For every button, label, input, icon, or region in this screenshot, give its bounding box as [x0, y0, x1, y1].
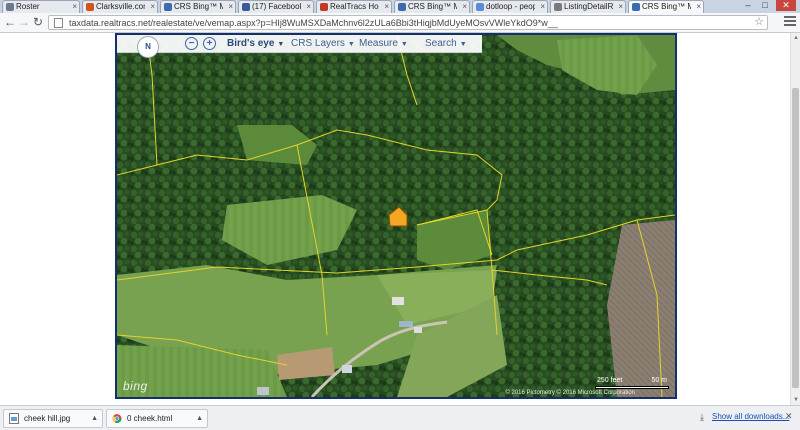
scale-bar-line: [595, 386, 669, 389]
close-window-button[interactable]: ✕: [776, 0, 796, 11]
close-shelf-icon[interactable]: ✕: [785, 411, 793, 422]
page-favicon-icon: [320, 3, 328, 11]
tab-strip: Roster × Clarksville.com Real × CRS Bing…: [0, 0, 800, 13]
crs-layers-label: CRS Layers: [291, 38, 345, 49]
compass-icon[interactable]: N: [137, 36, 159, 58]
scroll-up-icon[interactable]: ▲: [792, 34, 800, 42]
tab-label: Clarksville.com Real: [96, 2, 145, 11]
scroll-thumb[interactable]: [792, 88, 799, 388]
chrome-menu-icon[interactable]: [784, 16, 796, 28]
zoom-out-button[interactable]: −: [185, 37, 198, 50]
compass-label: N: [145, 42, 151, 51]
chevron-up-icon[interactable]: ▲: [196, 410, 203, 427]
tab-close-icon[interactable]: ×: [384, 1, 389, 12]
chevron-down-icon: ▼: [347, 41, 355, 48]
vertical-scrollbar[interactable]: ▲ ▼: [790, 33, 800, 405]
chevron-down-icon: ▼: [459, 41, 467, 48]
zoom-in-button[interactable]: +: [203, 37, 216, 50]
search-label: Search: [425, 38, 457, 49]
chevron-up-icon[interactable]: ▲: [91, 410, 98, 427]
tab-label: CRS Bing™ Maps: [174, 2, 223, 11]
scale-feet-label: 250 feet: [597, 377, 623, 384]
tab-crs-bing-maps-active[interactable]: CRS Bing™ Maps ×: [628, 0, 704, 13]
tab-close-icon[interactable]: ×: [72, 1, 77, 12]
tab-dotloop[interactable]: dotloop - people ×: [472, 0, 548, 13]
tab-close-icon[interactable]: ×: [306, 1, 311, 12]
back-arrow-icon[interactable]: ←: [3, 15, 17, 29]
minimize-button[interactable]: –: [740, 0, 756, 11]
tab-close-icon[interactable]: ×: [462, 1, 467, 12]
tab-close-icon[interactable]: ×: [150, 1, 155, 12]
download-item[interactable]: cheek hill.jpg ▲: [3, 409, 103, 428]
tab-label: CRS Bing™ Maps: [408, 2, 457, 11]
chevron-down-icon: ▼: [277, 41, 285, 48]
download-filename: cheek hill.jpg: [24, 414, 71, 423]
tab-listing-detail-report[interactable]: ListingDetailReport ×: [550, 0, 626, 13]
image-file-icon: [9, 413, 19, 424]
show-all-downloads-link[interactable]: Show all downloads...: [712, 412, 789, 421]
tab-roster[interactable]: Roster ×: [2, 0, 80, 13]
page-favicon-icon: [6, 3, 14, 11]
address-bar[interactable]: taxdata.realtracs.net/realestate/ve/vema…: [48, 15, 768, 30]
browser-toolbar: ← → ↻ taxdata.realtracs.net/realestate/v…: [0, 13, 800, 33]
download-shelf: cheek hill.jpg ▲ 0 cheek.html ▲ ⤓ Show a…: [0, 405, 800, 430]
measure-menu[interactable]: Measure ▼: [359, 37, 408, 51]
page-favicon-icon: [86, 3, 94, 11]
search-menu[interactable]: Search ▼: [425, 37, 467, 51]
tab-realtracs[interactable]: RealTracs Home Fi ×: [316, 0, 392, 13]
chrome-html-icon: [112, 414, 122, 423]
bing-logo: bing: [123, 379, 148, 393]
crs-layers-menu[interactable]: CRS Layers ▼: [291, 37, 355, 51]
page-favicon-icon: [554, 3, 562, 11]
aerial-map-image[interactable]: [117, 35, 675, 397]
forward-arrow-icon[interactable]: →: [17, 15, 31, 29]
tab-close-icon[interactable]: ×: [540, 1, 545, 12]
tab-label: Roster: [16, 2, 40, 11]
reload-icon[interactable]: ↻: [31, 15, 45, 29]
map-frame[interactable]: − + Bird's eye ▼ CRS Layers ▼ Measure ▼ Sea…: [115, 33, 677, 399]
page-viewport: − + Bird's eye ▼ CRS Layers ▼ Measure ▼ Sea…: [0, 33, 800, 405]
page-favicon-icon: [398, 3, 406, 11]
tab-close-icon[interactable]: ×: [696, 1, 701, 12]
map-toolbar: − + Bird's eye ▼ CRS Layers ▼ Measure ▼ Sea…: [117, 35, 482, 53]
scroll-down-icon[interactable]: ▼: [792, 396, 800, 404]
download-icon: ⤓: [700, 412, 704, 422]
birds-eye-label: Bird's eye: [227, 38, 275, 49]
tab-label: dotloop - people: [486, 2, 535, 11]
tab-close-icon[interactable]: ×: [618, 1, 623, 12]
measure-label: Measure: [359, 38, 398, 49]
bookmark-star-icon[interactable]: ☆: [754, 16, 764, 29]
facebook-icon: [242, 3, 250, 11]
url-text: taxdata.realtracs.net/realestate/ve/vema…: [69, 18, 558, 28]
maximize-button[interactable]: □: [757, 0, 773, 11]
tab-crs-bing-maps[interactable]: CRS Bing™ Maps ×: [394, 0, 470, 13]
tab-label: RealTracs Home Fi: [330, 2, 379, 11]
page-favicon-icon: [632, 3, 640, 11]
tab-clarksville[interactable]: Clarksville.com Real ×: [82, 0, 158, 13]
tab-facebook[interactable]: (17) Facebook ×: [238, 0, 314, 13]
tab-label: ListingDetailReport: [564, 2, 613, 11]
scale-meters-label: 50 m: [651, 377, 667, 384]
tab-label: CRS Bing™ Maps: [642, 2, 691, 11]
page-icon: [54, 18, 63, 28]
map-scale-bar: 250 feet 50 m: [595, 377, 669, 391]
page-favicon-icon: [164, 3, 172, 11]
tab-label: (17) Facebook: [252, 2, 301, 11]
birds-eye-menu[interactable]: Bird's eye ▼: [227, 37, 284, 51]
page-favicon-icon: [476, 3, 484, 11]
download-filename: 0 cheek.html: [127, 414, 173, 423]
tab-crs-bing-maps[interactable]: CRS Bing™ Maps ×: [160, 0, 236, 13]
download-item[interactable]: 0 cheek.html ▲: [106, 409, 208, 428]
chevron-down-icon: ▼: [400, 41, 408, 48]
tab-close-icon[interactable]: ×: [228, 1, 233, 12]
